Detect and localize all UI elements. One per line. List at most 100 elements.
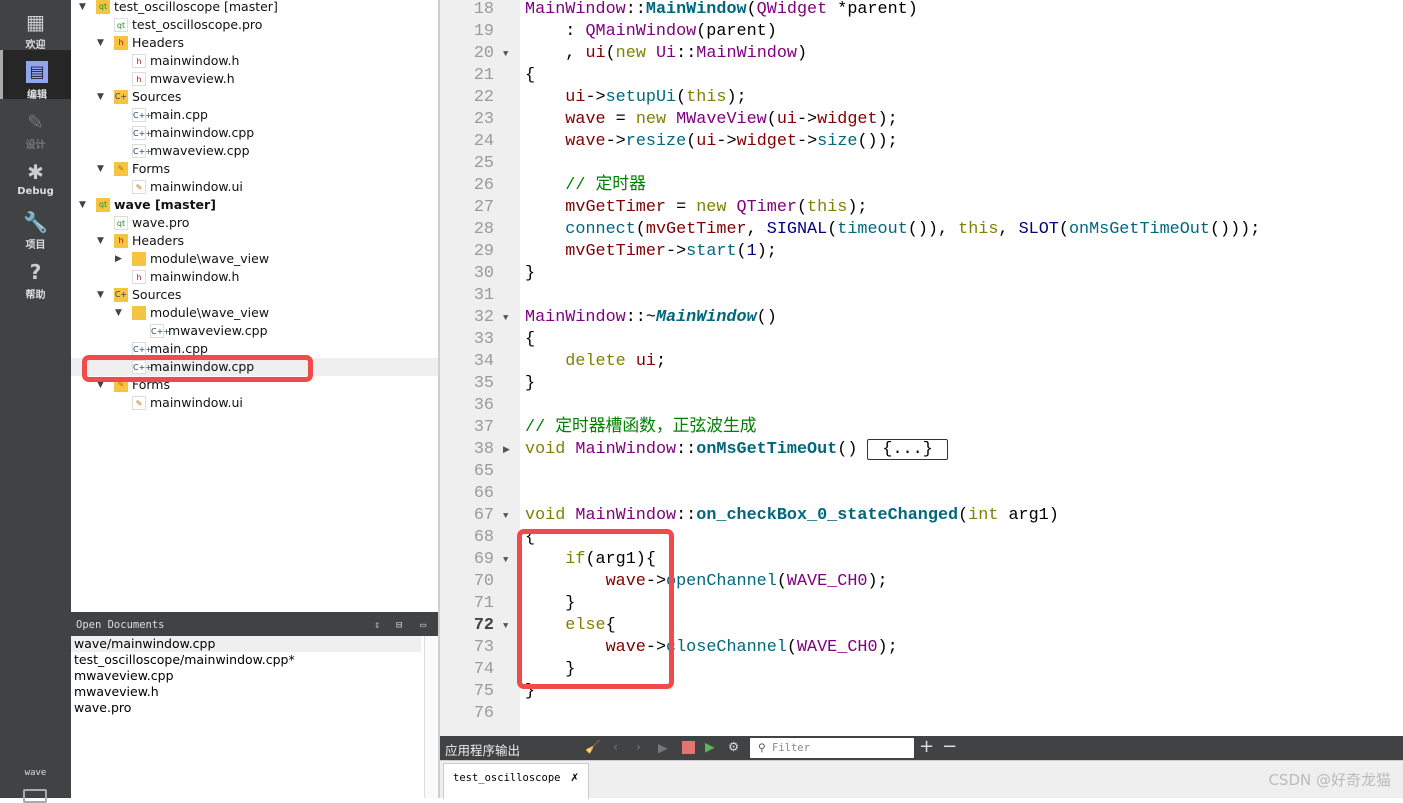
collapsed-block[interactable]: {...} [867,439,948,460]
tree-item[interactable]: ✎ mainwindow.ui [71,394,438,412]
fold-down-icon[interactable]: ▼ [503,505,508,527]
tree-item-label: module\wave_view [150,305,270,320]
code-line: 27 mvGetTimer = new QTimer(this); [440,197,1403,219]
prev-icon[interactable]: ‹ [613,739,618,754]
code-token: delete [565,352,626,371]
tree-item[interactable]: ▼ C+ Sources [71,286,438,304]
code-line: 33 { [440,329,1403,351]
output-tab[interactable]: test_oscilloscope ✗ [443,763,589,799]
tree-item[interactable]: C++ mwaveview.cpp [71,322,438,340]
tree-item[interactable]: ▼ qt test_oscilloscope [master] [71,0,438,16]
open-document-item[interactable]: mwaveview.cpp [71,668,421,684]
code-token: WAVE_CH0 [786,572,868,591]
run-icon[interactable]: ▶ [658,740,668,755]
tree-item[interactable]: ▼ qt wave [master] [71,196,438,214]
tree-item[interactable]: h mwaveview.h [71,70,438,88]
tree-item[interactable]: ▼ C+ Sources [71,88,438,106]
code-text: MainWindow::MainWindow(QWidget *parent) [525,0,918,21]
tree-item[interactable]: qt wave.pro [71,214,438,232]
code-token: *parent) [827,0,918,19]
open-document-item[interactable]: wave/mainwindow.cpp [71,636,421,652]
tree-item[interactable]: h mainwindow.h [71,268,438,286]
stop-icon[interactable] [682,741,695,754]
fold-down-icon[interactable]: ▼ [503,307,508,329]
debug-run-icon[interactable]: ▶ [705,739,715,754]
chevron-down-icon[interactable]: ▼ [97,34,107,52]
help-icon: ? [29,260,42,284]
clear-icon[interactable]: 🧹 [585,739,601,755]
open-document-item[interactable]: test_oscilloscope/mainwindow.cpp* [71,652,421,668]
code-line: 23 wave = new MWaveView(ui->widget); [440,109,1403,131]
code-line: 37 // 定时器槽函数，正弦波生成 [440,417,1403,439]
chevron-down-icon[interactable]: ▼ [79,0,89,16]
chevron-down-icon[interactable]: ▼ [97,88,107,106]
tree-item[interactable]: h mainwindow.h [71,52,438,70]
open-document-item[interactable]: mwaveview.h [71,684,421,700]
tree-item[interactable]: ▼ module\wave_view [71,304,438,322]
mode-bug[interactable]: ✱ Debug [0,150,71,199]
tree-item[interactable]: ✎ mainwindow.ui [71,178,438,196]
chevron-down-icon[interactable]: ▼ [79,196,89,214]
code-line: 25 [440,153,1403,175]
code-token: { [525,330,536,349]
sort-icon[interactable]: ⇕ [374,612,380,638]
chevron-down-icon[interactable]: ▼ [115,304,125,322]
close-pane-icon[interactable]: ▭ [420,612,426,638]
chevron-right-icon[interactable]: ▶ [115,250,125,268]
monitor-icon[interactable] [23,789,47,803]
mode-wrench[interactable]: 🔧 项目 [0,200,71,251]
fold-down-icon[interactable]: ▼ [503,615,508,637]
code-line: 28 connect(mvGetTimer, SIGNAL(timeout())… [440,219,1403,241]
tree-item[interactable]: ▼ h Headers [71,34,438,52]
project-tree[interactable]: ▼ qt test_oscilloscope [master] qt test_osci… [71,0,438,612]
code-text: : QMainWindow(parent) [525,21,777,43]
zoom-in-icon[interactable]: + [919,736,934,757]
tree-item-label: Sources [132,287,182,302]
mode-pencil[interactable]: ✎ 设计 [0,100,71,151]
mode-help[interactable]: ? 帮助 [0,250,71,301]
tree-item[interactable]: C++ mainwindow.cpp [71,124,438,142]
zoom-out-icon[interactable]: − [942,736,957,757]
settings-icon[interactable]: ⚙ [728,739,739,754]
code-token: : [525,22,586,41]
tree-item[interactable]: C++ main.cpp [71,106,438,124]
line-number: 27 [473,198,494,217]
code-token: MainWindow [575,440,677,459]
tree-item[interactable]: ▼ h Headers [71,232,438,250]
code-token: ) [797,44,808,63]
mode-document[interactable]: ▤ 编辑 [0,50,71,101]
tree-item[interactable]: C++ mwaveview.cpp [71,142,438,160]
code-text: } [525,373,535,395]
code-token: void [525,440,566,459]
scrollbar[interactable] [424,636,438,798]
code-text: , ui(new Ui::MainWindow) [525,43,807,65]
project-selector-label[interactable]: wave [0,768,71,778]
mode-grid[interactable]: ▦ 欢迎 [0,0,71,51]
close-tab-icon[interactable]: ✗ [571,770,579,785]
line-number: 25 [473,154,494,173]
chevron-down-icon[interactable]: ▼ [97,286,107,304]
code-line: 31 [440,285,1403,307]
line-number: 30 [473,264,494,283]
code-line: 19 : QMainWindow(parent) [440,21,1403,43]
open-documents-list[interactable]: wave/mainwindow.cpp test_oscilloscope/mai… [71,636,438,798]
fold-right-icon[interactable]: ▶ [503,439,510,461]
tree-item[interactable]: ▶ module\wave_view [71,250,438,268]
chevron-down-icon[interactable]: ▼ [97,232,107,250]
tree-item[interactable]: qt test_oscilloscope.pro [71,16,438,34]
chevron-down-icon[interactable]: ▼ [97,160,107,178]
code-token: closeChannel [666,638,787,657]
tree-item-label: module\wave_view [150,251,270,266]
filter-input[interactable]: ⚲ Filter [750,738,914,758]
open-document-item[interactable]: wave.pro [71,700,421,716]
fold-down-icon[interactable]: ▼ [503,549,508,571]
code-text: // 定时器槽函数，正弦波生成 [525,417,757,439]
split-icon[interactable]: ⊟ [396,612,402,638]
code-token: MainWindow [655,308,757,327]
cpp-icon: C++ [132,144,152,158]
next-icon[interactable]: › [636,739,641,754]
cpp-icon: C++ [132,108,152,122]
fold-down-icon[interactable]: ▼ [503,43,508,65]
tree-item[interactable]: ▼ ✎ Forms [71,160,438,178]
